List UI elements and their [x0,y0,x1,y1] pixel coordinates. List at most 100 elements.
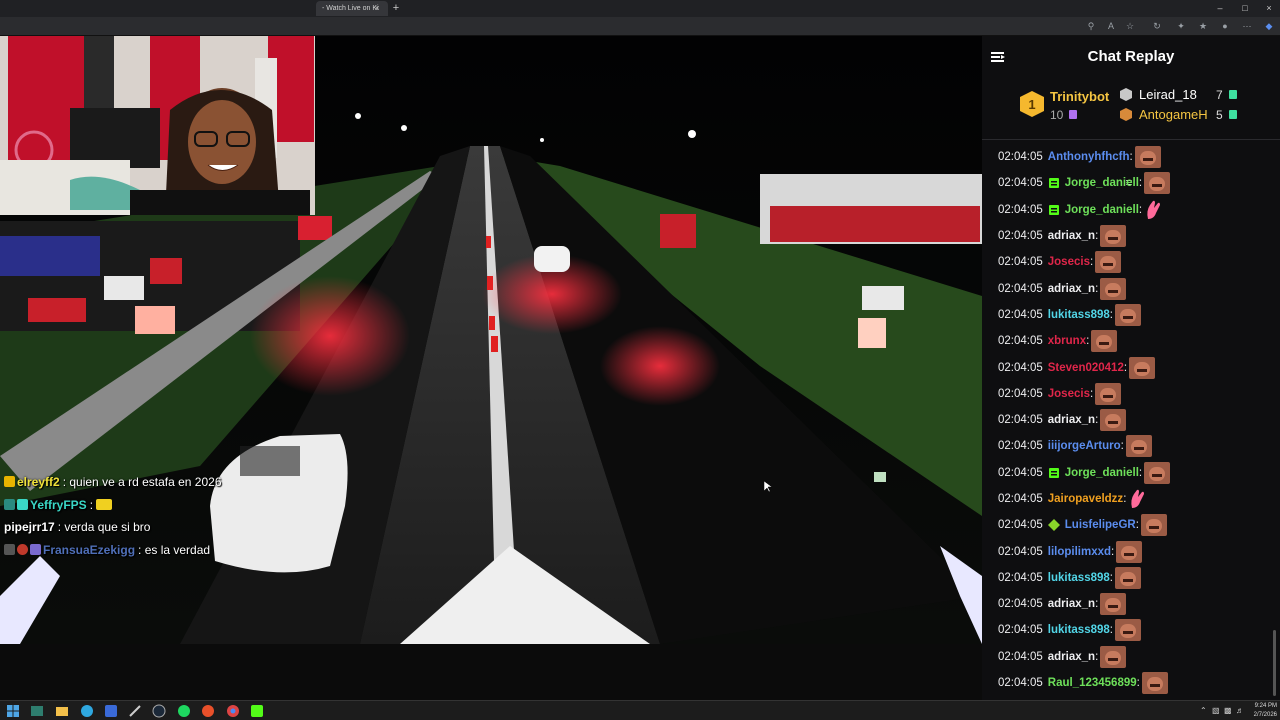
overlay-chat-line: YeffryFPS : [4,497,304,520]
face-emote-icon[interactable] [1129,356,1156,379]
message-username[interactable]: Jorge_daniell [1065,467,1139,479]
copilot-icon[interactable]: ◆ [1262,20,1276,33]
message-username[interactable]: Jorge_daniell [1065,177,1139,189]
store-app-icon[interactable] [104,704,118,718]
steam-app-icon[interactable] [152,704,166,718]
rank-1-medal-icon: 1 [1020,91,1044,117]
message-username[interactable]: Steven020412 [1048,362,1124,374]
face-emote-icon[interactable] [1091,330,1118,353]
face-emote-icon[interactable] [1114,619,1141,642]
face-emote-icon[interactable] [1116,540,1143,563]
face-emote-icon[interactable] [1100,225,1127,248]
message-timestamp: 02:04:05 [998,677,1043,690]
message-username[interactable]: adriax_n [1048,651,1095,663]
menu-dots-icon[interactable]: ⋯ [1240,20,1254,33]
tray-overflow-icon[interactable]: ⌃ [1200,704,1207,718]
chrome-app-icon[interactable] [226,704,240,718]
profile-avatar-icon[interactable]: ● [1218,20,1232,33]
message-username[interactable]: lilopilimxxd [1048,546,1111,558]
overlay-chat-user: pipejrr17 [4,520,55,534]
edge-browser-icon[interactable] [80,704,94,718]
overlay-chat-message: : es la verdad [138,542,211,557]
leader-3-name[interactable]: AntogameH [1139,107,1208,122]
chat-message: 02:04:05 xbrunx: [998,328,1274,354]
zoom-icon[interactable]: ⚲ [1084,20,1098,33]
message-username[interactable]: adriax_n [1048,283,1095,295]
message-timestamp: 02:04:05 [998,414,1043,427]
favorite-star-icon[interactable]: ☆ [1123,20,1137,33]
message-username[interactable]: xbrunx [1048,335,1086,347]
face-emote-icon[interactable] [1095,251,1122,274]
face-emote-icon[interactable] [1114,303,1141,326]
chat-header: Chat Replay [982,36,1280,80]
leader-2-name[interactable]: Leirad_18 [1139,87,1197,102]
chat-scrollbar[interactable] [1273,630,1276,696]
face-emote-icon[interactable] [1100,645,1127,668]
face-emote-icon[interactable] [1134,146,1161,169]
message-timestamp: 02:04:05 [998,493,1043,505]
message-separator: : [1095,414,1099,427]
tab-close-icon[interactable]: × [372,2,382,14]
face-emote-icon[interactable] [1100,409,1127,432]
face-emote-icon[interactable] [1114,566,1141,589]
network-icon[interactable]: ▩ [1224,704,1232,718]
extensions-icon[interactable]: ✦ [1174,20,1188,33]
mouse-cursor-icon [764,481,772,493]
volume-icon[interactable]: ♬ [1236,704,1244,718]
chat-message: 02:04:05 lilopilimxxd: [998,538,1274,564]
leader-1-name[interactable]: Trinitybot [1050,89,1109,104]
message-timestamp: 02:04:05 [998,440,1043,453]
face-emote-icon[interactable] [1144,461,1171,484]
close-window-icon[interactable]: × [1259,1,1279,15]
message-username[interactable]: Raul_123456899 [1048,677,1137,689]
new-tab-button[interactable]: + [390,1,402,15]
face-emote-icon[interactable] [1144,172,1171,195]
spotify-app-icon[interactable] [177,704,191,718]
hand-emote-icon[interactable] [1144,199,1162,221]
message-username[interactable]: iiijorgeArturo [1048,440,1121,452]
subscriber-badge-icon [1048,178,1059,189]
message-username[interactable]: adriax_n [1048,230,1095,242]
message-username[interactable]: Jorge_daniell [1065,204,1139,216]
message-username[interactable]: Josecis [1048,388,1090,400]
sub-badge-icon [4,543,15,555]
face-emote-icon[interactable] [1125,435,1152,458]
minimize-icon[interactable]: – [1210,1,1230,15]
tray-bluetooth-icon[interactable]: ▧ [1212,704,1220,718]
face-emote-icon[interactable] [1100,277,1127,300]
chat-message-list[interactable]: 02:04:05 Anthonyhfhcfh: 02:04:05 Jorge_dani… [998,144,1274,696]
face-emote-icon[interactable] [1100,593,1127,616]
message-username[interactable]: adriax_n [1048,414,1095,426]
message-separator: : [1109,624,1113,637]
chat-panel: Chat Replay 1 Trinitybot 10 Leirad_18 7 … [982,36,1280,700]
sub-badge-icon [4,498,15,510]
emote-icon [96,498,113,510]
message-username[interactable]: lukitass898 [1048,309,1110,321]
message-username[interactable]: lukitass898 [1048,572,1110,584]
message-timestamp: 02:04:05 [998,650,1043,663]
file-explorer-icon[interactable] [55,704,69,718]
kick-app-icon[interactable] [250,704,264,718]
face-emote-icon[interactable] [1095,382,1122,405]
face-emote-icon[interactable] [1140,514,1167,537]
hand-emote-icon[interactable] [1128,488,1146,510]
message-timestamp: 02:04:05 [998,571,1043,584]
start-menu-icon[interactable] [6,704,20,718]
favorites-icon[interactable]: ★ [1196,20,1210,33]
message-username[interactable]: adriax_n [1048,598,1095,610]
message-username[interactable]: Anthonyhfhcfh [1048,151,1130,163]
message-username[interactable]: LuisfelipeGR [1065,519,1136,531]
message-separator: : [1138,466,1143,479]
snipping-tool-icon[interactable] [128,704,142,718]
message-username[interactable]: lukitass898 [1048,624,1110,636]
terminal-app-icon[interactable] [30,704,44,718]
message-username[interactable]: Jairopaveldzz [1048,493,1123,505]
face-emote-icon[interactable] [1141,672,1168,695]
subscriber-badge-icon [1048,204,1059,215]
refresh-icon[interactable]: ↻ [1150,20,1164,33]
message-username[interactable]: Josecis [1048,256,1090,268]
maximize-icon[interactable]: □ [1235,1,1255,15]
media-app-icon[interactable] [201,704,215,718]
read-aloud-icon[interactable]: A [1104,20,1118,33]
system-clock[interactable]: 9:24 PM 2/7/2026 [1249,702,1277,720]
